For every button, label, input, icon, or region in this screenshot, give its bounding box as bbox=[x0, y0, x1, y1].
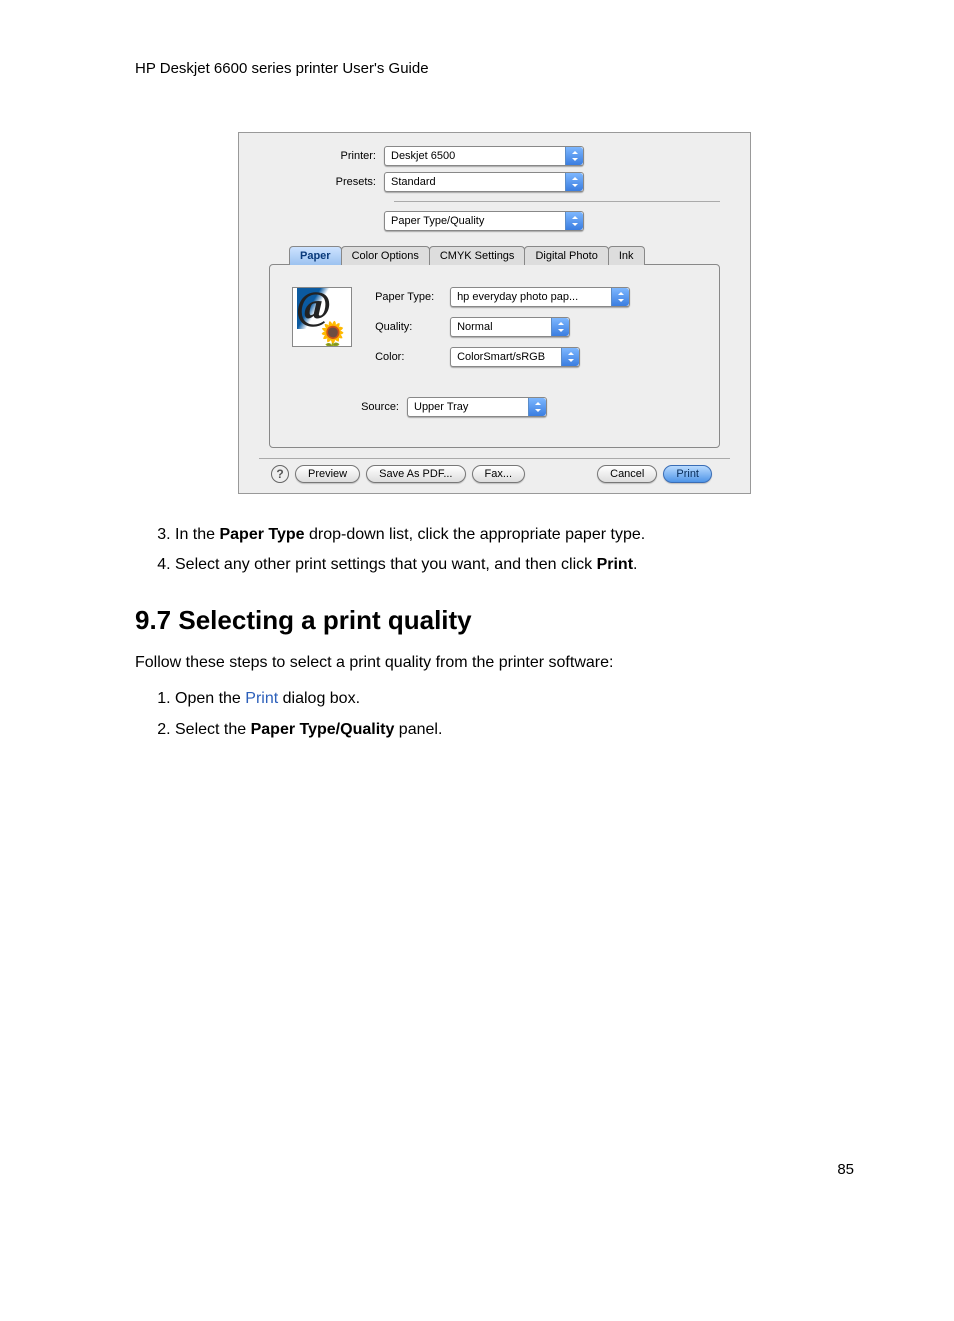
source-value: Upper Tray bbox=[414, 401, 468, 413]
print-link[interactable]: Print bbox=[245, 690, 278, 707]
help-icon[interactable]: ? bbox=[271, 465, 289, 483]
dropdown-icon bbox=[565, 212, 583, 230]
source-label: Source: bbox=[352, 401, 407, 413]
tab-bar: Paper Color Options CMYK Settings Digita… bbox=[289, 246, 720, 265]
page-number: 85 bbox=[135, 1161, 854, 1178]
panel-value: Paper Type/Quality bbox=[391, 215, 484, 227]
color-value: ColorSmart/sRGB bbox=[457, 351, 545, 363]
presets-label: Presets: bbox=[269, 176, 384, 188]
page-header: HP Deskjet 6600 series printer User's Gu… bbox=[135, 60, 854, 77]
tab-color-options[interactable]: Color Options bbox=[341, 246, 430, 265]
dropdown-icon bbox=[561, 348, 579, 366]
fax-button[interactable]: Fax... bbox=[472, 465, 526, 483]
presets-select[interactable]: Standard bbox=[384, 172, 584, 192]
dropdown-icon bbox=[528, 398, 546, 416]
paper-type-label: Paper Type: bbox=[375, 291, 450, 303]
tab-cmyk-settings[interactable]: CMYK Settings bbox=[429, 246, 526, 265]
preview-button[interactable]: Preview bbox=[295, 465, 360, 483]
panel-select[interactable]: Paper Type/Quality bbox=[384, 211, 584, 231]
quality-select[interactable]: Normal bbox=[450, 317, 570, 337]
dropdown-icon bbox=[565, 147, 583, 165]
color-select[interactable]: ColorSmart/sRGB bbox=[450, 347, 580, 367]
printer-select[interactable]: Deskjet 6500 bbox=[384, 146, 584, 166]
print-button[interactable]: Print bbox=[663, 465, 712, 483]
instruction-list-2: Open the Print dialog box. Select the Pa… bbox=[135, 688, 854, 741]
dropdown-icon bbox=[551, 318, 569, 336]
list-item: Select the Paper Type/Quality panel. bbox=[175, 719, 854, 741]
quality-value: Normal bbox=[457, 321, 492, 333]
printer-value: Deskjet 6500 bbox=[391, 150, 455, 162]
paper-tab-panel: @ 🌻 Paper Type: hp everyday photo pap...… bbox=[269, 264, 720, 448]
save-as-pdf-button[interactable]: Save As PDF... bbox=[366, 465, 465, 483]
paper-type-select[interactable]: hp everyday photo pap... bbox=[450, 287, 630, 307]
dropdown-icon bbox=[611, 288, 629, 306]
tab-digital-photo[interactable]: Digital Photo bbox=[524, 246, 608, 265]
source-select[interactable]: Upper Tray bbox=[407, 397, 547, 417]
presets-value: Standard bbox=[391, 176, 436, 188]
preview-thumbnail: @ 🌻 bbox=[292, 287, 352, 347]
section-heading: 9.7 Selecting a print quality bbox=[135, 605, 854, 636]
paper-type-value: hp everyday photo pap... bbox=[457, 291, 578, 303]
instruction-list-1: In the Paper Type drop-down list, click … bbox=[135, 524, 854, 577]
color-label: Color: bbox=[375, 351, 450, 363]
list-item: In the Paper Type drop-down list, click … bbox=[175, 524, 854, 546]
quality-label: Quality: bbox=[375, 321, 450, 333]
tab-paper[interactable]: Paper bbox=[289, 246, 342, 265]
print-dialog-screenshot: Printer: Deskjet 6500 Presets: Standard … bbox=[238, 132, 751, 494]
tab-ink[interactable]: Ink bbox=[608, 246, 645, 265]
cancel-button[interactable]: Cancel bbox=[597, 465, 657, 483]
list-item: Open the Print dialog box. bbox=[175, 688, 854, 710]
printer-label: Printer: bbox=[269, 150, 384, 162]
dropdown-icon bbox=[565, 173, 583, 191]
section-intro: Follow these steps to select a print qua… bbox=[135, 652, 854, 674]
list-item: Select any other print settings that you… bbox=[175, 554, 854, 576]
